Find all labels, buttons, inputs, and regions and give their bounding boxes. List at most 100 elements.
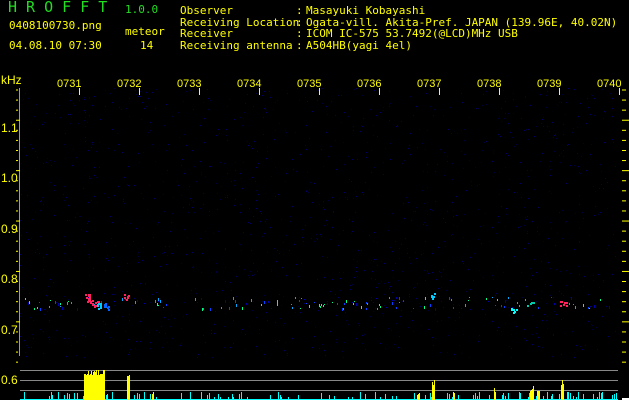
noise-dot: [341, 95, 342, 96]
signal-dot: [221, 307, 222, 309]
noise-dot: [421, 325, 422, 326]
noise-dot: [134, 185, 135, 186]
noise-dot: [371, 150, 372, 151]
noise-dot: [389, 120, 390, 121]
noise-dot: [476, 108, 477, 109]
noise-dot: [321, 149, 322, 150]
noise-dot: [336, 342, 337, 343]
noise-dot: [601, 171, 602, 172]
noise-dot: [482, 150, 483, 151]
noise-dot: [47, 311, 48, 312]
signal-dot: [125, 299, 126, 300]
noise-dot: [526, 286, 527, 287]
noise-dot: [509, 179, 510, 180]
noise-dot: [527, 233, 528, 234]
noise-dot: [124, 177, 125, 178]
level-bar-meteor: [103, 370, 104, 400]
noise-dot: [44, 309, 45, 310]
noise-dot: [114, 305, 115, 306]
noise-dot: [521, 272, 522, 273]
noise-dot: [205, 354, 206, 355]
noise-dot: [483, 94, 484, 95]
noise-dot: [161, 326, 162, 327]
noise-dot: [36, 104, 37, 105]
noise-dot: [129, 186, 130, 187]
noise-dot: [453, 304, 454, 305]
noise-dot: [427, 202, 428, 203]
x-tick-label: 0733: [177, 78, 202, 90]
noise-dot: [610, 93, 611, 94]
noise-dot: [279, 123, 280, 124]
level-bar: [360, 392, 361, 400]
noise-dot: [443, 115, 444, 116]
meteor-echo: [86, 297, 88, 299]
noise-dot: [563, 134, 564, 135]
noise-dot: [240, 204, 241, 205]
noise-dot: [108, 148, 109, 149]
noise-dot: [553, 335, 554, 336]
noise-dot: [267, 147, 268, 148]
noise-dot: [516, 326, 517, 327]
noise-dot: [253, 301, 254, 302]
noise-dot: [410, 154, 411, 155]
noise-dot: [311, 238, 312, 239]
noise-dot: [388, 282, 389, 283]
noise-dot: [322, 103, 323, 104]
noise-dot: [164, 125, 165, 126]
noise-dot: [381, 281, 382, 282]
noise-dot: [505, 226, 506, 227]
noise-dot: [218, 231, 219, 232]
noise-dot: [369, 235, 370, 236]
signal-dot: [34, 308, 35, 310]
noise-dot: [256, 190, 257, 191]
signal-dot: [155, 300, 156, 303]
noise-dot: [445, 246, 446, 247]
noise-dot: [554, 151, 555, 152]
noise-dot: [443, 269, 444, 270]
level-bar: [144, 392, 145, 400]
noise-dot: [577, 153, 578, 154]
noise-dot: [377, 265, 378, 266]
noise-dot: [466, 190, 467, 191]
level-bar: [74, 393, 75, 400]
noise-dot: [40, 236, 41, 237]
noise-dot: [59, 94, 60, 95]
noise-dot: [250, 223, 251, 224]
noise-dot: [49, 339, 50, 340]
noise-dot: [508, 189, 509, 190]
noise-dot: [447, 211, 448, 212]
noise-dot: [430, 209, 431, 210]
noise-dot: [43, 353, 44, 354]
noise-dot: [424, 203, 425, 204]
noise-dot: [189, 204, 190, 205]
noise-dot: [478, 239, 479, 240]
noise-dot: [51, 165, 52, 166]
noise-dot: [296, 171, 297, 172]
noise-dot: [578, 116, 579, 117]
noise-dot: [260, 211, 261, 212]
noise-dot: [119, 144, 120, 145]
level-bar: [458, 395, 459, 400]
noise-dot: [322, 344, 323, 345]
noise-dot: [453, 216, 454, 217]
noise-dot: [563, 295, 564, 296]
noise-dot: [266, 158, 267, 159]
noise-dot: [274, 248, 275, 249]
noise-dot: [582, 349, 583, 350]
noise-dot: [169, 148, 170, 149]
noise-dot: [116, 323, 117, 324]
noise-dot: [73, 149, 74, 150]
level-bar: [529, 393, 530, 400]
noise-dot: [306, 191, 307, 192]
noise-dot: [560, 162, 561, 163]
signal-dot: [389, 297, 390, 299]
signal-dot: [609, 306, 610, 309]
noise-dot: [20, 313, 21, 314]
noise-dot: [561, 319, 562, 320]
noise-dot: [373, 241, 374, 242]
signal-dot: [163, 307, 164, 308]
noise-dot: [466, 291, 467, 292]
noise-dot: [243, 232, 244, 233]
noise-dot: [412, 320, 413, 321]
noise-dot: [296, 264, 297, 265]
